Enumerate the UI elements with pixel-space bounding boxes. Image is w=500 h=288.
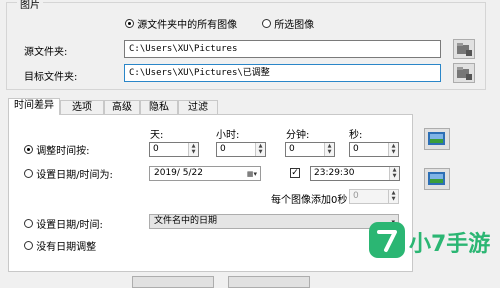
group-title: 图片 (17, 0, 43, 12)
tab-advanced[interactable]: 高级 (104, 100, 140, 114)
seven-glyph-icon (377, 230, 397, 252)
target-folder-label: 目标文件夹: (24, 72, 78, 83)
tab-privacy[interactable]: 隐私 (140, 100, 178, 114)
apply-datetime-button[interactable] (424, 168, 450, 190)
set-datetime-to-option[interactable]: 设置日期/时间为: (24, 166, 113, 181)
seconds-header: 秒: (349, 130, 363, 141)
minutes-value: 0 (289, 144, 295, 154)
date-picker[interactable]: 2019/ 5/22 ▦▾ (149, 166, 261, 181)
spin-arrows-icon[interactable]: ▲ ▼ (389, 167, 399, 180)
radio-set-datetime-to[interactable] (24, 169, 33, 178)
radio-all-images[interactable] (125, 19, 134, 28)
add-per-image-label: 每个图像添加0秒 (271, 195, 348, 206)
per-image-value: 0 (353, 191, 359, 201)
target-folder-field[interactable]: C:\Users\XU\Pictures\已调整 (124, 64, 441, 82)
spin-arrows-icon[interactable]: ▲ ▼ (388, 190, 398, 203)
set-datetime-option[interactable]: 设置日期/时间: (24, 216, 103, 231)
seconds-stepper[interactable]: 0 ▲ ▼ (349, 142, 399, 157)
source-all-label: 源文件夹中的所有图像 (137, 20, 238, 31)
spin-arrows-icon[interactable]: ▲ ▼ (255, 143, 265, 156)
no-adjust-option[interactable]: 没有日期调整 (24, 238, 96, 253)
time-stepper[interactable]: 23:29:30 ▲ ▼ (310, 166, 400, 181)
source-selected-option[interactable]: 所选图像 (262, 16, 314, 31)
pictures-icon (428, 132, 445, 145)
browse-source-button[interactable] (453, 39, 475, 59)
hours-value: 0 (220, 144, 226, 154)
radio-selected-images[interactable] (262, 19, 271, 28)
days-value: 0 (153, 144, 159, 154)
browse-target-button[interactable] (453, 63, 475, 83)
calendar-dropdown-icon[interactable]: ▦▾ (247, 168, 257, 181)
days-header: 天: (150, 130, 164, 141)
radio-set-datetime[interactable] (24, 219, 33, 228)
folder-icon (457, 67, 472, 80)
pictures-icon (428, 172, 445, 185)
bottom-button-left[interactable] (132, 276, 214, 288)
folder-icon (457, 43, 472, 56)
adjust-by-option[interactable]: 调整时间按: (24, 142, 90, 157)
spin-arrows-icon[interactable]: ▲ ▼ (388, 143, 398, 156)
tab-options[interactable]: 选项 (60, 100, 104, 114)
days-stepper[interactable]: 0 ▲ ▼ (149, 142, 199, 157)
per-image-seconds-stepper[interactable]: 0 ▲ ▼ (349, 189, 399, 204)
seconds-value: 0 (353, 144, 359, 154)
apply-shift-button[interactable] (424, 128, 450, 150)
datetime-source-value: 文件名中的日期 (154, 216, 218, 226)
tab-filter[interactable]: 过滤 (178, 100, 218, 114)
set-datetime-label: 设置日期/时间: (36, 220, 103, 231)
source-selected-label: 所选图像 (274, 20, 315, 31)
minutes-header: 分钟: (286, 130, 310, 141)
no-adjust-label: 没有日期调整 (36, 242, 97, 253)
spin-arrows-icon[interactable]: ▲ ▼ (324, 143, 334, 156)
set-datetime-to-label: 设置日期/时间为: (36, 170, 113, 181)
time-value: 23:29:30 (314, 168, 355, 178)
time-enabled-checkbox[interactable]: ✓ (290, 168, 300, 178)
radio-no-adjust[interactable] (24, 241, 33, 250)
bottom-button-middle[interactable] (228, 276, 310, 288)
tab-time-shift[interactable]: 时间差异 (8, 98, 60, 115)
watermark-logo-icon (369, 222, 405, 258)
minutes-stepper[interactable]: 0 ▲ ▼ (285, 142, 335, 157)
watermark-text: 小7手游 (409, 232, 491, 257)
source-folder-label: 源文件夹: (24, 47, 68, 58)
date-value: 2019/ 5/22 (154, 168, 204, 178)
adjust-by-label: 调整时间按: (36, 146, 90, 157)
hours-stepper[interactable]: 0 ▲ ▼ (216, 142, 266, 157)
hours-header: 小时: (216, 130, 240, 141)
source-all-option[interactable]: 源文件夹中的所有图像 (125, 16, 237, 31)
datetime-source-select[interactable]: 文件名中的日期 ▾ (149, 214, 399, 229)
source-folder-field[interactable]: C:\Users\XU\Pictures (124, 40, 441, 58)
spin-arrows-icon[interactable]: ▲ ▼ (188, 143, 198, 156)
radio-adjust-by[interactable] (24, 145, 33, 154)
